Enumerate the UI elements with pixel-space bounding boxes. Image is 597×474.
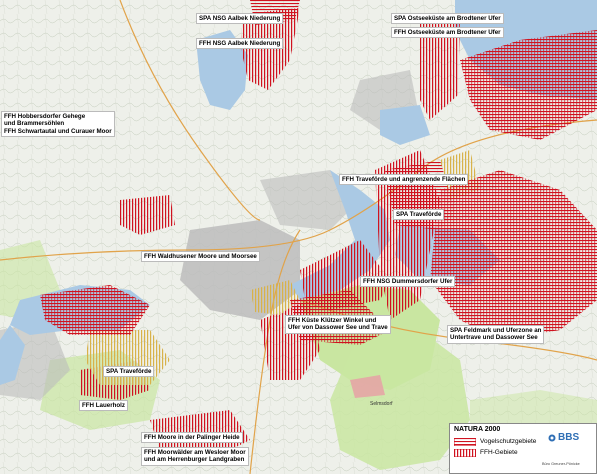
label-spa-aalbek: SPA NSG Aalbek Niederung — [196, 13, 284, 25]
label-ffh-palingen: FFH Moore in der Palinger Heide — [141, 432, 243, 444]
label-ffh-dummersdorf: FFH NSG Dummersdorfer Ufer — [360, 276, 456, 288]
legend-label-spa: Vogelschutzgebiete — [480, 438, 537, 445]
label-ffh-wesloe: FFH Moorwälder am Wesloer Moor und am He… — [141, 447, 249, 466]
label-spa-travefoerde-west: SPA Traveförde — [103, 366, 155, 378]
label-ffh-hobbersdorf: FFH Hobbersdorfer Gehege und Brammersöhl… — [1, 111, 115, 138]
bbs-subtitle: Büro Greuner-Pönicke — [542, 462, 580, 466]
legend-swatch-horizontal — [454, 438, 476, 446]
legend-swatch-vertical — [454, 449, 476, 457]
bbs-logo: BBS — [558, 432, 580, 443]
label-ffh-lauerholz: FFH Lauerholz — [79, 400, 128, 412]
place-label-selmsdorf: Selmsdorf — [370, 401, 393, 407]
legend-title: NATURA 2000 — [454, 426, 501, 433]
map-legend: NATURA 2000 Vogelschutzgebiete FFH-Gebie… — [449, 423, 597, 474]
label-ffh-ostsee: FFH Ostseeküste am Brodtener Ufer — [391, 27, 504, 39]
label-ffh-waldhusen: FFH Waldhusener Moore und Moorsee — [141, 251, 260, 263]
label-ffh-aalbek: FFH NSG Aalbek Niederung — [196, 38, 284, 50]
label-ffh-kluetzer: FFH Küste Klützer Winkel und Ufer von Da… — [285, 315, 391, 334]
label-ffh-travefoerde-flaechen: FFH Traveförde und angrenzende Flächen — [339, 174, 469, 186]
label-spa-feldmark: SPA Feldmark und Uferzone an Untertrave … — [447, 325, 545, 344]
bbs-logo-icon — [548, 434, 556, 442]
label-spa-ostsee: SPA Ostseeküste am Brodtener Ufer — [391, 13, 504, 25]
label-spa-travefoerde-east: SPA Traveförde — [393, 209, 445, 221]
legend-label-ffh: FFH-Gebiete — [480, 449, 518, 456]
